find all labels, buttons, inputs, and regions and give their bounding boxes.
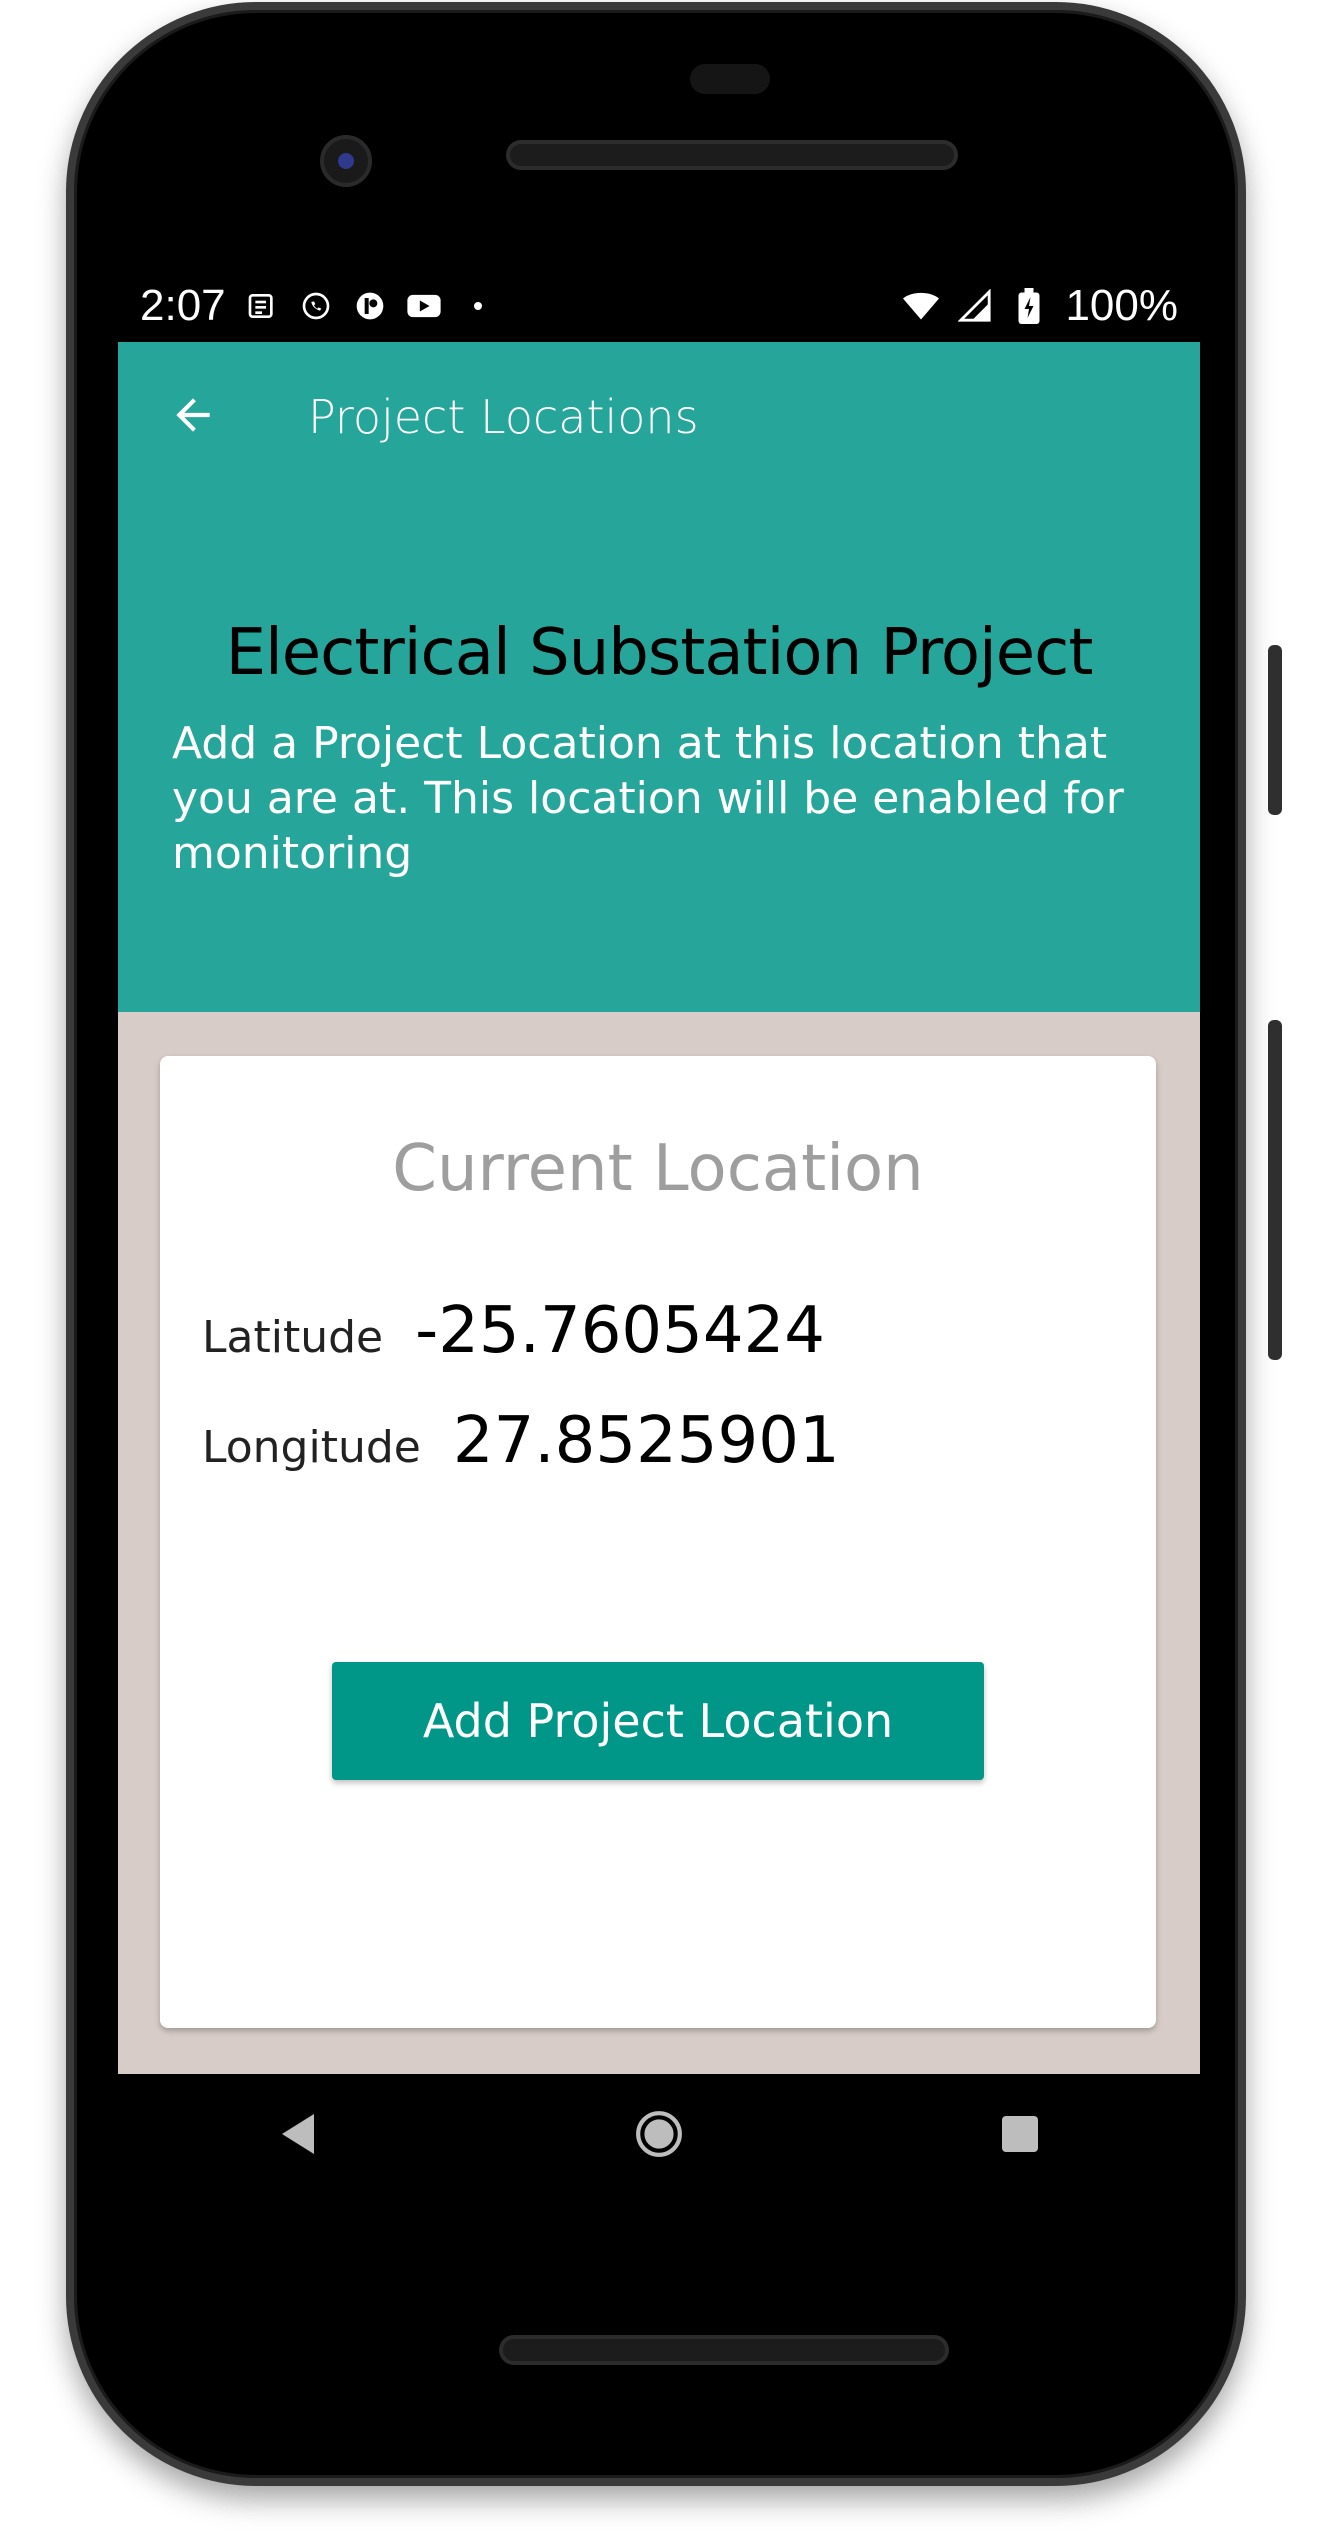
card-title: Current Location [392,1132,924,1206]
latitude-label: Latitude [202,1312,384,1363]
power-button[interactable] [1268,645,1282,815]
square-recents-icon [1000,2114,1040,2158]
nav-back-button[interactable] [258,2096,338,2176]
app-bar: Project Locations [118,342,1200,492]
arrow-left-icon [168,390,218,444]
volume-button[interactable] [1268,1020,1282,1360]
news-icon [244,288,280,324]
cell-signal-icon [957,288,993,324]
app-icon [352,288,388,324]
status-time: 2:07 [140,281,226,330]
add-project-location-button[interactable]: Add Project Location [332,1662,984,1780]
current-location-card: Current Location Latitude -25.7605424 Lo… [160,1056,1156,2028]
device-frame: 2:07 100% Project Locations Electrical S… [0,0,1330,2532]
whatsapp-icon [298,288,334,324]
latitude-row: Latitude -25.7605424 [202,1294,825,1368]
circle-home-icon [634,2109,684,2163]
battery-charging-icon [1011,288,1047,324]
page-title: Project Locations [308,390,699,444]
project-header: Electrical Substation Project Add a Proj… [118,492,1200,1012]
longitude-label: Longitude [202,1422,421,1473]
front-camera-icon [320,135,372,187]
top-speaker [506,140,958,170]
back-button[interactable] [118,342,268,492]
wifi-icon [903,288,940,324]
status-bar: 2:07 100% [118,270,1200,342]
triangle-back-icon [278,2112,318,2160]
youtube-icon [406,288,442,324]
project-description: Add a Project Location at this location … [172,718,1124,879]
navigation-bar [118,2074,1200,2198]
nav-home-button[interactable] [619,2096,699,2176]
latitude-value: -25.7605424 [415,1294,825,1368]
longitude-row: Longitude 27.8525901 [202,1404,840,1478]
dot-icon [460,288,496,324]
sensor-slot [690,64,770,94]
nav-recents-button[interactable] [980,2096,1060,2176]
longitude-value: 27.8525901 [452,1404,840,1478]
bottom-speaker [499,2335,949,2365]
battery-level: 100% [1065,281,1178,330]
project-name: Electrical Substation Project [225,616,1094,690]
screen: 2:07 100% Project Locations Electrical S… [118,270,1200,2074]
